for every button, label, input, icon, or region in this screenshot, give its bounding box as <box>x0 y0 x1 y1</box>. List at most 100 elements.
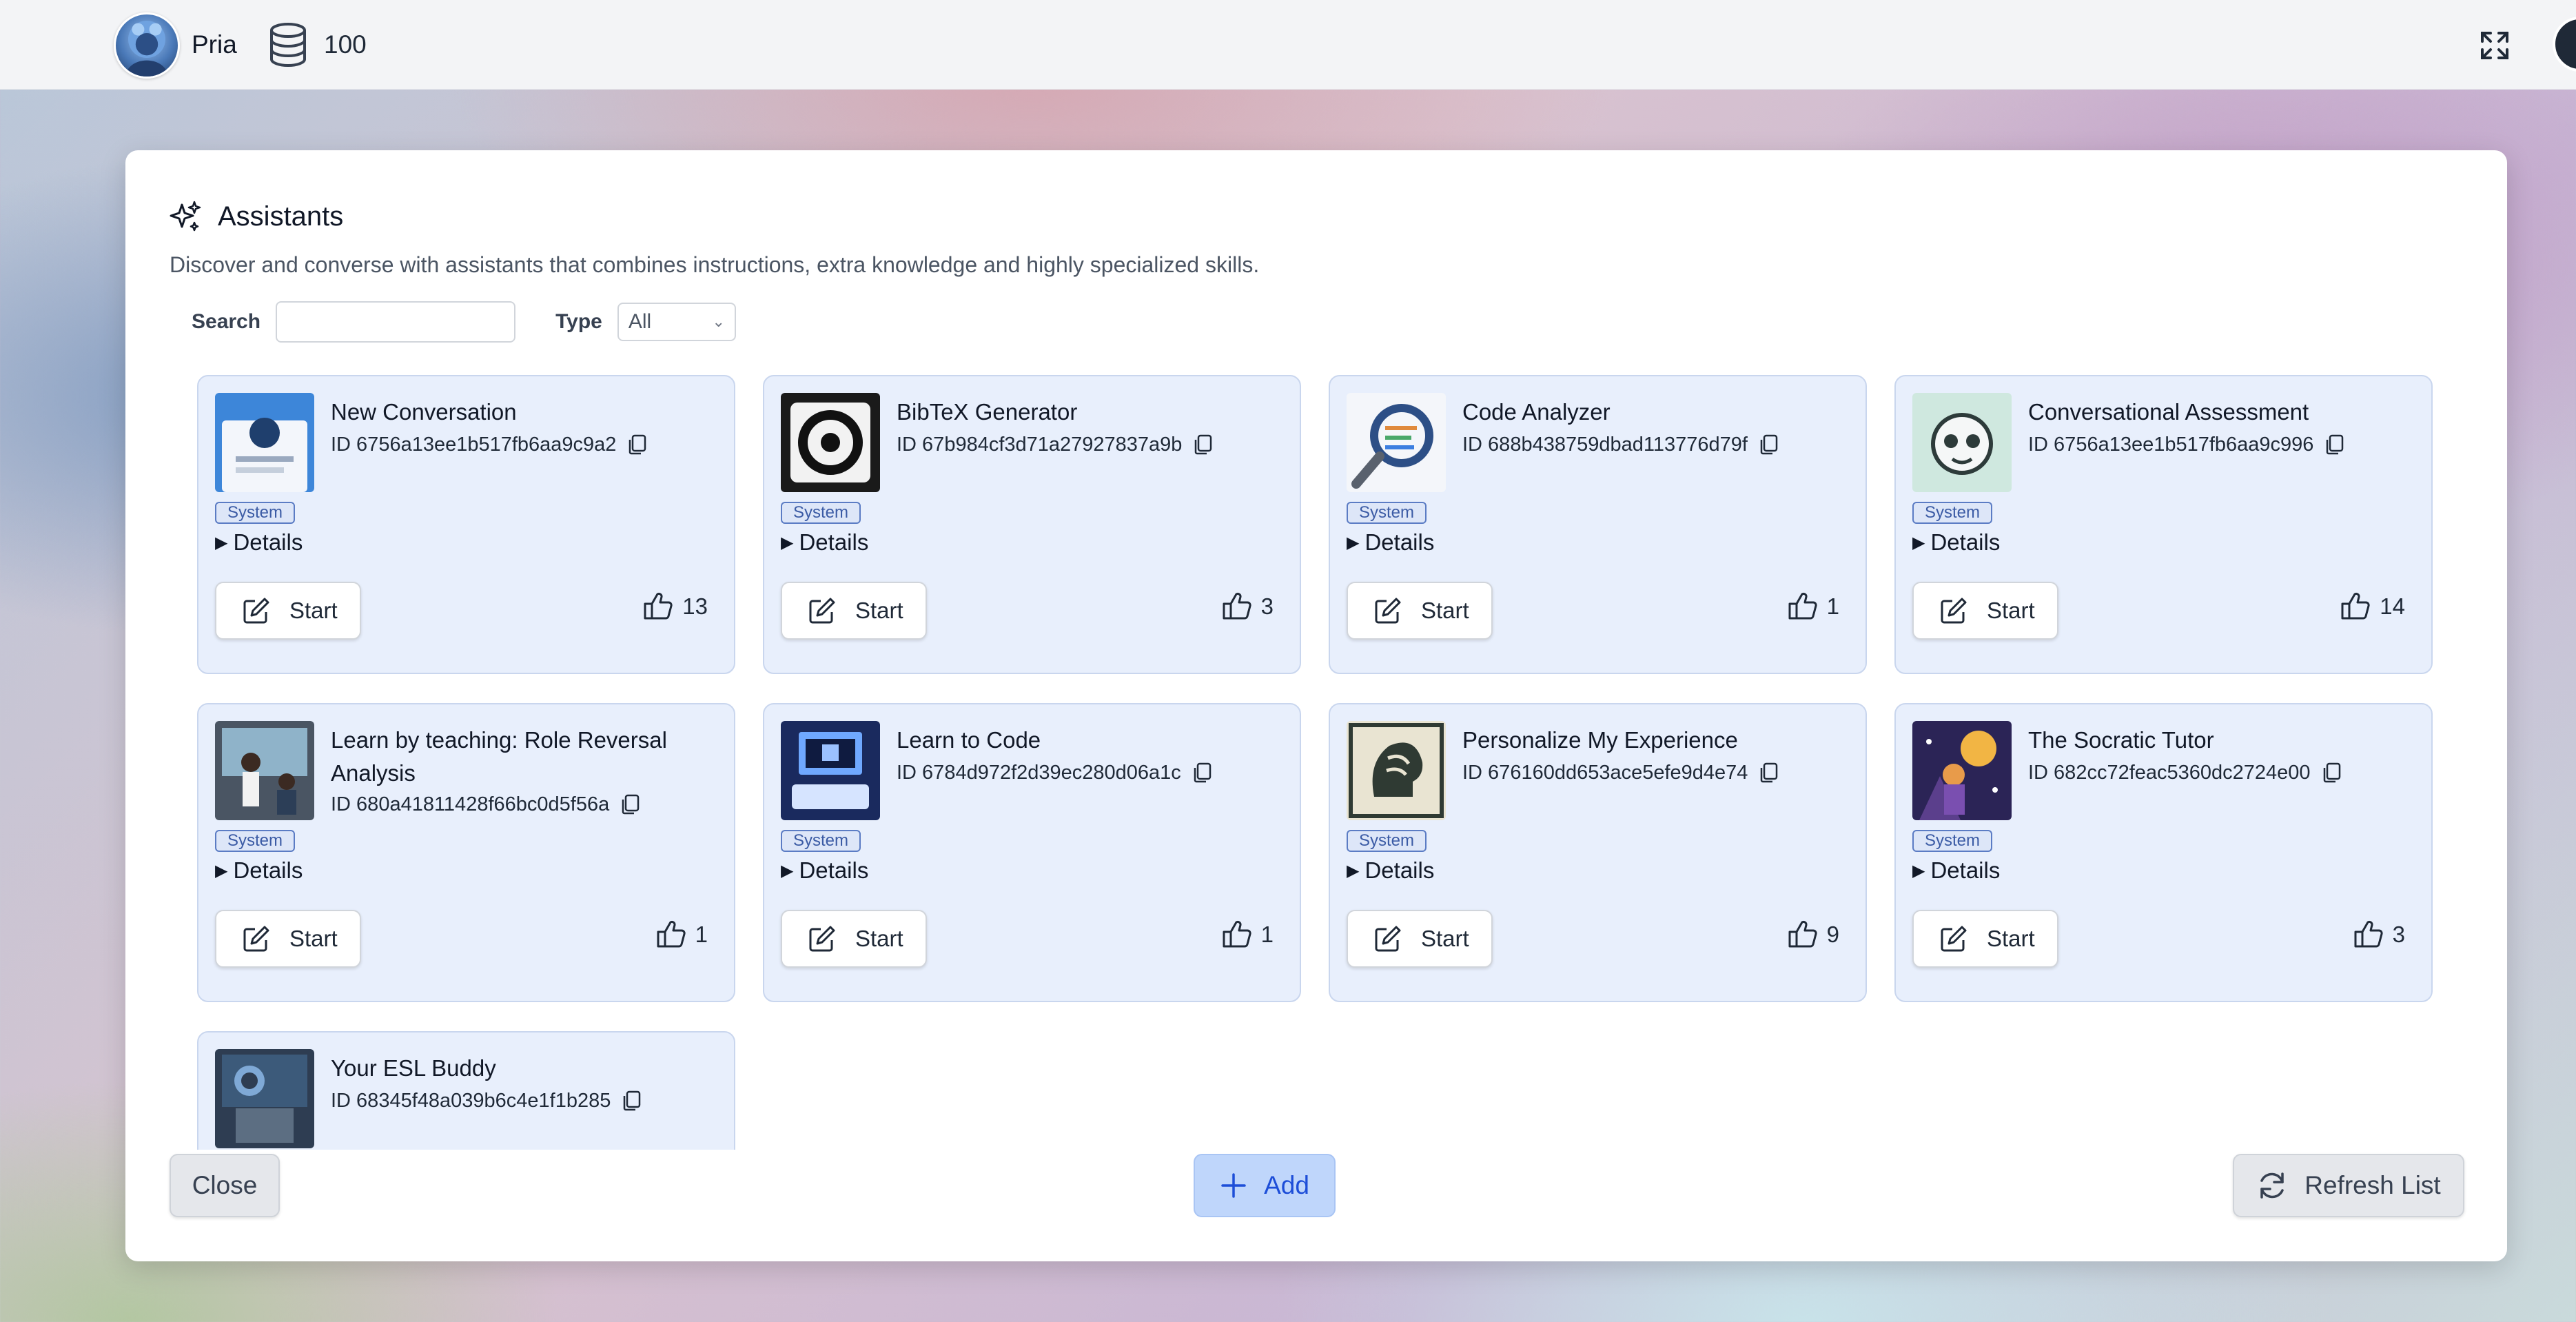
database-icon <box>270 23 306 68</box>
fullscreen-icon[interactable] <box>2478 29 2511 62</box>
start-button[interactable]: Start <box>781 582 927 640</box>
details-toggle[interactable]: ▶ Details <box>1347 529 1434 556</box>
triangle-right-icon: ▶ <box>1347 533 1360 552</box>
system-badge: System <box>781 830 861 852</box>
start-button[interactable]: Start <box>1912 582 2058 640</box>
copy-icon[interactable] <box>1192 433 1215 456</box>
refresh-label: Refresh List <box>2304 1171 2441 1199</box>
avatar-illustration <box>125 21 168 77</box>
copy-icon[interactable] <box>2323 433 2347 456</box>
add-label: Add <box>1264 1171 1309 1199</box>
like-counter[interactable]: 14 <box>2340 590 2405 623</box>
copy-icon[interactable] <box>1757 433 1781 456</box>
like-count: 3 <box>1260 593 1274 619</box>
details-label: Details <box>233 529 303 555</box>
start-button[interactable]: Start <box>1347 582 1493 640</box>
sparkle-icon <box>170 201 201 232</box>
details-label: Details <box>233 857 303 883</box>
start-button[interactable]: Start <box>1912 910 2058 968</box>
assistant-card: Your ESL Buddy ID 68345f48a039b6c4e1f1b2… <box>197 1031 735 1150</box>
modal-title: Assistants <box>218 201 344 232</box>
thumbs-up-icon <box>1223 920 1251 948</box>
assistant-id-text: ID 676160dd653ace5efe9d4e74 <box>1462 761 1748 784</box>
details-label: Details <box>799 529 869 555</box>
like-counter[interactable]: 13 <box>642 590 708 623</box>
copy-icon[interactable] <box>2320 761 2344 784</box>
assistants-grid: New Conversation ID 6756a13ee1b517fb6aa9… <box>194 372 2438 1150</box>
pencil-square-icon <box>1941 926 1967 952</box>
copy-icon[interactable] <box>620 1089 644 1112</box>
assistants-modal: Assistants Discover and converse with as… <box>125 150 2507 1261</box>
start-button[interactable]: Start <box>215 582 361 640</box>
assistants-list[interactable]: New Conversation ID 6756a13ee1b517fb6aa9… <box>194 372 2438 1150</box>
details-label: Details <box>799 857 869 883</box>
triangle-right-icon: ▶ <box>1912 533 1925 552</box>
triangle-right-icon: ▶ <box>1347 861 1360 880</box>
copy-icon[interactable] <box>626 433 649 456</box>
start-label: Start <box>855 926 903 951</box>
assistant-id-text: ID 6756a13ee1b517fb6aa9c996 <box>2028 433 2314 456</box>
triangle-right-icon: ▶ <box>781 861 794 880</box>
assistant-id: ID 688b438759dbad113776d79f <box>1462 433 1781 456</box>
search-input[interactable] <box>276 301 516 343</box>
copy-icon[interactable] <box>1757 761 1781 784</box>
assistant-id: ID 676160dd653ace5efe9d4e74 <box>1462 761 1781 784</box>
like-counter[interactable]: 1 <box>655 918 708 951</box>
details-toggle[interactable]: ▶ Details <box>1912 857 2000 884</box>
assistant-card: Conversational Assessment ID 6756a13ee1b… <box>1894 375 2433 674</box>
system-badge: System <box>1347 830 1427 852</box>
like-counter[interactable]: 3 <box>1221 590 1274 623</box>
assistant-name: Code Analyzer <box>1462 399 1611 425</box>
thumbs-up-icon <box>644 592 673 620</box>
assistant-thumbnail <box>1347 721 1446 820</box>
system-badge: System <box>215 830 296 852</box>
details-toggle[interactable]: ▶ Details <box>1912 529 2000 556</box>
assistant-thumbnail <box>215 721 314 820</box>
like-counter[interactable]: 1 <box>1787 590 1839 623</box>
start-button[interactable]: Start <box>1347 910 1493 968</box>
triangle-right-icon: ▶ <box>1912 861 1925 880</box>
assistant-id-text: ID 680a41811428f66bc0d5f56a <box>331 793 610 815</box>
profile-avatar[interactable] <box>2553 17 2576 72</box>
modal-description: Discover and converse with assistants th… <box>170 252 1260 277</box>
assistant-id: ID 682cc72feac5360dc2724e00 <box>2028 761 2344 784</box>
copy-icon[interactable] <box>1191 761 1214 784</box>
assistant-card: The Socratic Tutor ID 682cc72feac5360dc2… <box>1894 703 2433 1002</box>
add-button[interactable]: Add <box>1194 1154 1336 1217</box>
thumbs-up-icon <box>2354 920 2383 948</box>
plus-icon <box>1221 1173 1246 1198</box>
details-toggle[interactable]: ▶ Details <box>781 529 868 556</box>
start-button[interactable]: Start <box>781 910 927 968</box>
like-count: 14 <box>2380 593 2405 619</box>
like-counter[interactable]: 9 <box>1787 918 1839 951</box>
assistant-card: BibTeX Generator ID 67b984cf3d71a2792783… <box>763 375 1301 674</box>
user-avatar[interactable] <box>114 12 180 79</box>
details-toggle[interactable]: ▶ Details <box>215 529 303 556</box>
like-counter[interactable]: 1 <box>1221 918 1274 951</box>
type-select[interactable]: All ⌄ <box>617 303 736 341</box>
assistant-name: Personalize My Experience <box>1462 727 1738 753</box>
copy-icon[interactable] <box>619 793 642 816</box>
assistant-id: ID 6784d972f2d39ec280d06a1c <box>897 761 1214 784</box>
assistant-name: BibTeX Generator <box>897 399 1078 425</box>
assistant-id-text: ID 6756a13ee1b517fb6aa9c9a2 <box>331 433 617 456</box>
thumbs-up-icon <box>1223 592 1251 620</box>
assistant-card: Learn to Code ID 6784d972f2d39ec280d06a1… <box>763 703 1301 1002</box>
details-toggle[interactable]: ▶ Details <box>215 857 303 884</box>
details-toggle[interactable]: ▶ Details <box>1347 857 1434 884</box>
search-label: Search <box>192 310 261 333</box>
details-toggle[interactable]: ▶ Details <box>781 857 868 884</box>
assistant-id-text: ID 688b438759dbad113776d79f <box>1462 433 1748 456</box>
refresh-list-button[interactable]: Refresh List <box>2233 1154 2464 1217</box>
pencil-square-icon <box>809 598 835 624</box>
type-label: Type <box>555 310 602 333</box>
assistant-thumbnail <box>781 721 880 820</box>
close-button[interactable]: Close <box>170 1154 280 1217</box>
pencil-square-icon <box>1375 598 1401 624</box>
chevron-down-icon: ⌄ <box>712 313 725 330</box>
thumbs-up-icon <box>2341 592 2370 620</box>
start-button[interactable]: Start <box>215 910 361 968</box>
like-counter[interactable]: 3 <box>2353 918 2405 951</box>
type-select-value: All <box>628 310 652 333</box>
assistant-id-text: ID 68345f48a039b6c4e1f1b285 <box>331 1089 611 1112</box>
